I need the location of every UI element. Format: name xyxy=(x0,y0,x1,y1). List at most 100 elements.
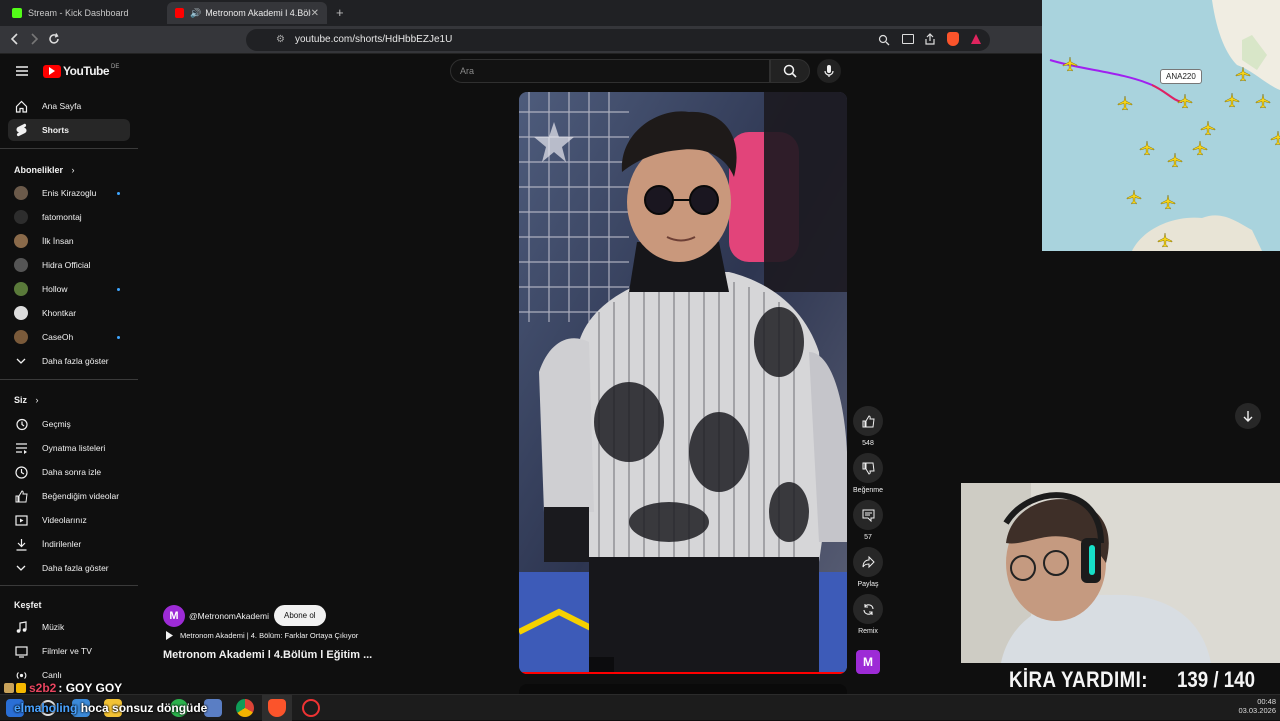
subscriptions-show-more[interactable]: Daha fazla göster xyxy=(8,350,130,372)
dislike-label: Beğenme xyxy=(853,487,883,494)
back-button[interactable] xyxy=(7,32,23,48)
airplane-icon[interactable] xyxy=(1157,232,1173,251)
subscription-item[interactable]: fatomontaj xyxy=(8,206,130,228)
thumbs-down-icon xyxy=(853,453,883,483)
url-text: youtube.com/shorts/HdHbbEZJe1U xyxy=(295,34,453,45)
new-tab-button[interactable]: + xyxy=(336,5,344,20)
cast-icon[interactable] xyxy=(902,34,914,44)
clock-time: 00:48 xyxy=(1257,697,1276,706)
tab-kick-dashboard[interactable]: Stream - Kick Dashboard xyxy=(4,2,164,24)
subscribe-button[interactable]: Abone ol xyxy=(274,605,326,626)
chevron-right-icon: › xyxy=(35,395,39,405)
search-input[interactable]: Ara xyxy=(450,59,770,83)
sidebar-item-label: Canlı xyxy=(42,670,62,680)
sidebar-item-label: Daha fazla göster xyxy=(42,356,109,366)
back-arrow-icon xyxy=(10,33,18,45)
airplane-icon[interactable] xyxy=(1139,140,1155,161)
airplane-icon[interactable] xyxy=(1200,120,1216,141)
remix-button[interactable]: Remix xyxy=(853,594,883,635)
comments-button[interactable]: 57 xyxy=(853,500,883,541)
site-settings-icon[interactable]: ⚙ xyxy=(276,34,285,45)
sidebar-item-label: Beğendiğim videolar xyxy=(42,491,120,501)
subscription-item[interactable]: CaseOh xyxy=(8,326,130,348)
chat-text: hoca sonsuz döngüde xyxy=(80,701,208,715)
sidebar-item[interactable]: Beğendiğim videolar xyxy=(8,485,130,507)
subscription-item[interactable]: Enis Kirazoglu xyxy=(8,182,130,204)
sidebar-item[interactable]: Daha fazla göster xyxy=(8,557,130,579)
airplane-icon[interactable] xyxy=(1235,66,1251,87)
airplane-icon[interactable] xyxy=(1062,56,1078,77)
share-icon[interactable] xyxy=(924,32,936,50)
airplane-icon[interactable] xyxy=(1224,92,1240,113)
airplane-icon[interactable] xyxy=(1192,140,1208,161)
sidebar-item[interactable]: Oynatma listeleri xyxy=(8,437,130,459)
sidebar-item[interactable]: Daha sonra izle xyxy=(8,461,130,483)
sidebar-item[interactable]: İndirilenler xyxy=(8,533,130,555)
airplane-icon[interactable] xyxy=(1160,194,1176,215)
sidebar-item[interactable]: Geçmiş xyxy=(8,413,130,435)
clock[interactable]: 00:48 03.03.2026 xyxy=(1232,697,1276,715)
subscription-label: fatomontaj xyxy=(42,212,82,222)
chat-username: elmaholing xyxy=(14,701,78,715)
airplane-icon[interactable] xyxy=(1117,95,1133,116)
sidebar-item[interactable]: Filmler ve TV xyxy=(8,640,130,662)
sidebar-divider xyxy=(0,148,138,149)
airplane-icon[interactable] xyxy=(1126,189,1142,210)
airplane-icon[interactable] xyxy=(1167,152,1183,173)
chevron-down-icon xyxy=(14,561,28,575)
subscription-item[interactable]: Hidra Official xyxy=(8,254,130,276)
music-icon xyxy=(14,620,28,634)
brave-icon[interactable] xyxy=(268,699,286,717)
forward-button[interactable] xyxy=(26,32,42,48)
playlist-link[interactable]: Metronom Akademi | 4. Bölüm: Farklar Ort… xyxy=(165,631,358,640)
brave-shields-icon[interactable] xyxy=(947,32,959,46)
sidebar-item-home[interactable]: Ana Sayfa xyxy=(8,95,130,117)
avatar xyxy=(14,234,28,248)
youtube-logo[interactable]: YouTube DE xyxy=(43,64,119,78)
subscriptions-header[interactable]: Abonelikler › xyxy=(14,165,75,175)
search-button[interactable] xyxy=(770,59,810,83)
brave-rewards-icon[interactable] xyxy=(970,32,982,50)
channel-handle[interactable]: @MetronomAkademi xyxy=(189,611,269,621)
video-frame xyxy=(519,92,847,674)
shorts-video-player[interactable] xyxy=(519,92,847,674)
youtube-icon xyxy=(175,8,184,18)
chat-message: s2b2 : GOY GOY xyxy=(4,681,122,695)
airplane-icon[interactable] xyxy=(1255,93,1271,114)
obs-icon[interactable] xyxy=(302,699,320,717)
arrow-down-icon xyxy=(1243,411,1253,422)
menu-icon[interactable] xyxy=(15,64,29,82)
flight-map-overlay: ANA220 xyxy=(1042,0,1280,251)
subscription-label: Enis Kirazoglu xyxy=(42,188,97,198)
sidebar-item[interactable]: Videolarınız xyxy=(8,509,130,531)
like-button[interactable]: 548 xyxy=(853,406,883,447)
you-header[interactable]: Siz › xyxy=(14,395,39,405)
sidebar-item-label: Geçmiş xyxy=(42,419,71,429)
tab-metronom-akademi[interactable]: 🔊 Metronom Akademi l 4.Bölüm ✕ xyxy=(167,2,327,24)
sidebar-item[interactable]: Müzik xyxy=(8,616,130,638)
next-short-preview[interactable] xyxy=(519,684,847,694)
share-button[interactable]: Paylaş xyxy=(853,547,883,588)
subscription-item[interactable]: Hollow xyxy=(8,278,130,300)
subscription-item[interactable]: Khontkar xyxy=(8,302,130,324)
voice-search-button[interactable] xyxy=(817,59,841,83)
subscription-item[interactable]: İlk İnsan xyxy=(8,230,130,252)
sidebar-item-shorts[interactable]: Shorts xyxy=(8,119,130,141)
sidebar-item-label: Müzik xyxy=(42,622,65,632)
crown-badge-icon xyxy=(16,683,26,693)
channel-thumbnail-button[interactable]: M xyxy=(856,650,880,674)
airplane-icon[interactable] xyxy=(1270,130,1280,151)
airplane-icon[interactable] xyxy=(1177,93,1193,114)
chrome-icon[interactable] xyxy=(236,699,254,717)
short-title[interactable]: Metronom Akademi l 4.Bölüm l Eğitim ... xyxy=(163,649,372,661)
reload-button[interactable] xyxy=(46,32,62,48)
next-short-button[interactable] xyxy=(1235,403,1261,429)
close-tab-icon[interactable]: ✕ xyxy=(311,8,319,19)
sidebar-item-label: Daha fazla göster xyxy=(42,563,109,573)
dislike-button[interactable]: Beğenme xyxy=(853,453,883,494)
playlist-label: Metronom Akademi | 4. Bölüm: Farklar Ort… xyxy=(180,631,359,640)
channel-avatar[interactable]: M xyxy=(163,605,185,627)
zoom-icon[interactable] xyxy=(878,33,890,46)
remix-label: Remix xyxy=(858,628,878,635)
video-progress-bar[interactable] xyxy=(519,672,847,674)
